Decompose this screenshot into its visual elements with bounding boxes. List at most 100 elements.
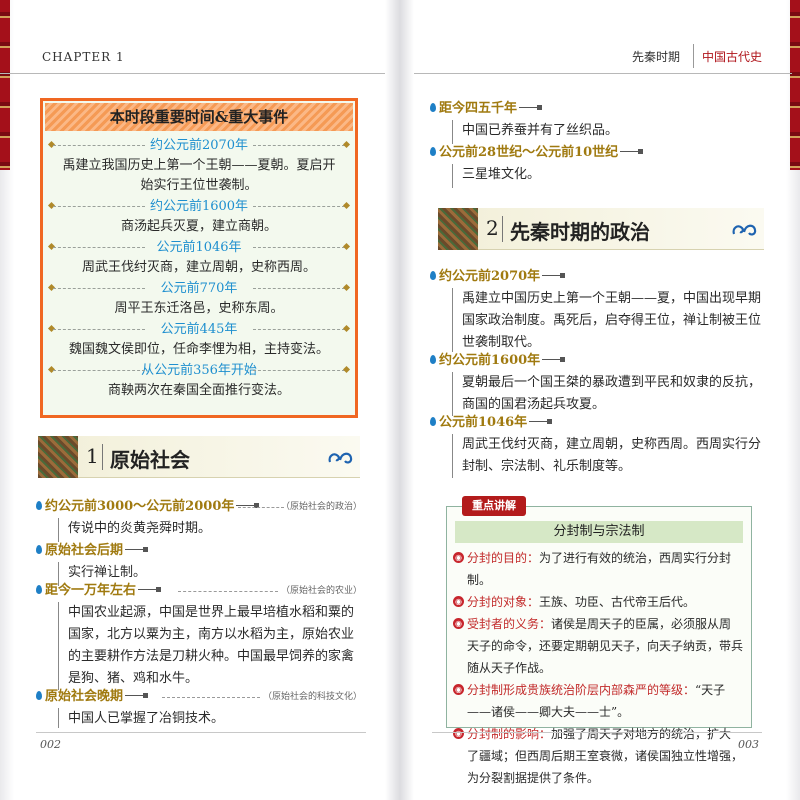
diamond-icon	[342, 140, 351, 149]
timeline-item: 从公元前356年开始 商鞅两次在秦国全面推行变法。	[43, 360, 355, 401]
timeline-desc: 商鞅两次在秦国全面推行变法。	[107, 383, 290, 398]
list-item: 约公元前2070年 禹建立中国历史上第一个王朝——夏，中国出现早期国家政治制度。…	[430, 268, 766, 352]
entry-body: 中国已养蚕并有了丝织品。	[462, 123, 619, 138]
key-points-box: 分封制与宗法制 ◉ 分封的目的：为了进行有效的统治，西周实行分封制。 ◉ 分封的…	[446, 496, 752, 785]
divider	[125, 695, 144, 696]
key-point-item: ◉ 分封制形成贵族统治阶层内部森严的等级：“天子——诸侯——卿大夫——士”。	[453, 679, 743, 723]
drop-icon	[36, 501, 42, 510]
bullet-icon: ◉	[453, 618, 464, 629]
page-number-right: 003	[738, 738, 759, 751]
entry-body: 中国人已掌握了冶铜技术。	[68, 711, 225, 726]
square-icon	[156, 587, 162, 592]
drop-icon	[430, 417, 436, 426]
timeline-item: 约公元前2070年 禹建立我国历史上第一个王朝——夏朝。夏启开始实行王位世袭制。	[43, 135, 355, 196]
timeline-desc: 禹建立我国历史上第一个王朝——夏朝。夏启开始实行王位世袭制。	[62, 158, 336, 193]
entry-body: 实行禅让制。	[68, 565, 147, 580]
diamond-icon	[342, 201, 351, 210]
square-icon	[537, 105, 543, 110]
key-point-text: 王族、功臣、古代帝王后代。	[539, 595, 696, 609]
divider	[253, 145, 345, 146]
section-banner-2: 2 先秦时期的政治	[438, 208, 764, 250]
bullet-icon: ◉	[453, 596, 464, 607]
diamond-icon	[342, 283, 351, 292]
section-banner-1: 1 原始社会	[38, 436, 360, 478]
header-divider	[693, 44, 694, 68]
timeline-date: 公元前1046年	[156, 240, 242, 255]
list-item: 公元前1046年 周武王伐纣灭商，建立周朝，史称西周。西周实行分封制、宗法制、礼…	[430, 414, 766, 478]
diamond-icon	[342, 365, 351, 374]
key-point-key: 分封制形成贵族统治阶层内部森严的等级：	[467, 683, 696, 697]
timeline-date: 公元前445年	[160, 322, 238, 337]
key-point-item: ◉ 分封的对象：王族、功臣、古代帝王后代。	[453, 591, 743, 613]
section-number: 1	[86, 444, 99, 468]
drop-icon	[36, 545, 42, 554]
entry-body: 周武王伐纣灭商，建立周朝，史称西周。西周实行分封制、宗法制、礼乐制度等。	[462, 437, 762, 474]
timeline-desc: 周武王伐纣灭商，建立周朝，史称西周。	[81, 260, 316, 275]
divider	[53, 145, 145, 146]
divider	[178, 591, 278, 592]
square-icon	[547, 419, 553, 424]
divider	[452, 372, 453, 416]
timeline-date: 从公元前356年开始	[141, 363, 257, 378]
entry-title: 约公元前2070年	[439, 269, 541, 284]
divider	[529, 421, 548, 422]
entry-body: 禹建立中国历史上第一个王朝——夏，中国出现早期国家政治制度。禹死后，启夺得王位，…	[462, 291, 762, 350]
section-title: 原始社会	[110, 448, 190, 472]
timeline-date: 公元前770年	[160, 281, 238, 296]
divider	[620, 151, 639, 152]
divider	[58, 518, 59, 542]
divider	[125, 549, 144, 550]
timeline-date: 约公元前1600年	[149, 199, 249, 214]
key-point-item: ◉ 受封者的义务：诸侯是周天子的臣属，必须服从周天子的命令，还要定期朝见天子，向…	[453, 613, 743, 679]
key-points-label: 重点讲解	[462, 496, 526, 516]
divider	[58, 708, 59, 728]
entry-title: 公元前1046年	[439, 415, 528, 430]
key-points-list: ◉ 分封的目的：为了进行有效的统治，西周实行分封制。 ◉ 分封的对象：王族、功臣…	[453, 547, 743, 789]
entry-body: 三星堆文化。	[462, 167, 541, 182]
drop-icon	[430, 103, 436, 112]
entry-tag: （原始社会的科技文化）	[262, 692, 362, 702]
timeline-title: 本时段重要时间&重大事件	[45, 103, 353, 131]
divider	[53, 329, 145, 330]
divider	[253, 206, 345, 207]
ornament-left-edge	[0, 0, 10, 170]
bullet-icon: ◉	[453, 552, 464, 563]
divider	[53, 206, 145, 207]
timeline-item: 公元前770年 周平王东迁洛邑，史称东周。	[43, 278, 355, 319]
header-category: 中国古代史	[701, 50, 762, 64]
key-point-key: 分封制的影响：	[467, 727, 552, 741]
divider	[452, 164, 453, 188]
divider	[253, 370, 345, 371]
ornament-right-edge	[790, 0, 800, 170]
entry-title: 公元前28世纪～公元前10世纪	[439, 145, 619, 160]
bullet-icon: ◉	[453, 728, 464, 739]
drop-icon	[36, 691, 42, 700]
entry-tag: （原始社会的农业）	[280, 586, 362, 596]
entry-title: 约公元前1600年	[439, 353, 541, 368]
square-icon	[560, 273, 566, 278]
footer-rule-left	[36, 732, 366, 733]
drop-icon	[430, 355, 436, 364]
timeline-item: 约公元前1600年 商汤起兵灭夏，建立商朝。	[43, 196, 355, 237]
right-page-header: 先秦时期 中国古代史	[414, 34, 792, 74]
list-item: 距今四五千年 中国已养蚕并有了丝织品。	[430, 100, 760, 144]
square-icon	[638, 149, 644, 154]
entry-body: 夏朝最后一个国王桀的暴政遭到平民和奴隶的反抗，商国的国君汤起兵攻夏。	[462, 375, 762, 412]
divider	[53, 370, 145, 371]
swirl-ornament-icon	[732, 224, 757, 236]
timeline-item: 公元前445年 魏国魏文侯即位，任命李悝为相，主持变法。	[43, 319, 355, 360]
timeline-desc: 周平王东迁洛邑，史称东周。	[114, 301, 284, 316]
entry-title: 原始社会后期	[45, 543, 124, 558]
list-item: 公元前28世纪～公元前10世纪 三星堆文化。	[430, 144, 760, 188]
divider	[502, 216, 503, 242]
section-number: 2	[486, 216, 499, 240]
divider	[253, 329, 345, 330]
entry-title: 原始社会晚期	[45, 689, 124, 704]
section-title: 先秦时期的政治	[510, 220, 650, 244]
diamond-icon	[342, 242, 351, 251]
key-point-key: 受封者的义务：	[467, 617, 552, 631]
timeline-list: 约公元前2070年 禹建立我国历史上第一个王朝——夏朝。夏启开始实行王位世袭制。…	[43, 135, 355, 401]
chapter-label: CHAPTER 1	[42, 50, 125, 64]
drop-icon	[36, 585, 42, 594]
divider	[452, 120, 453, 144]
